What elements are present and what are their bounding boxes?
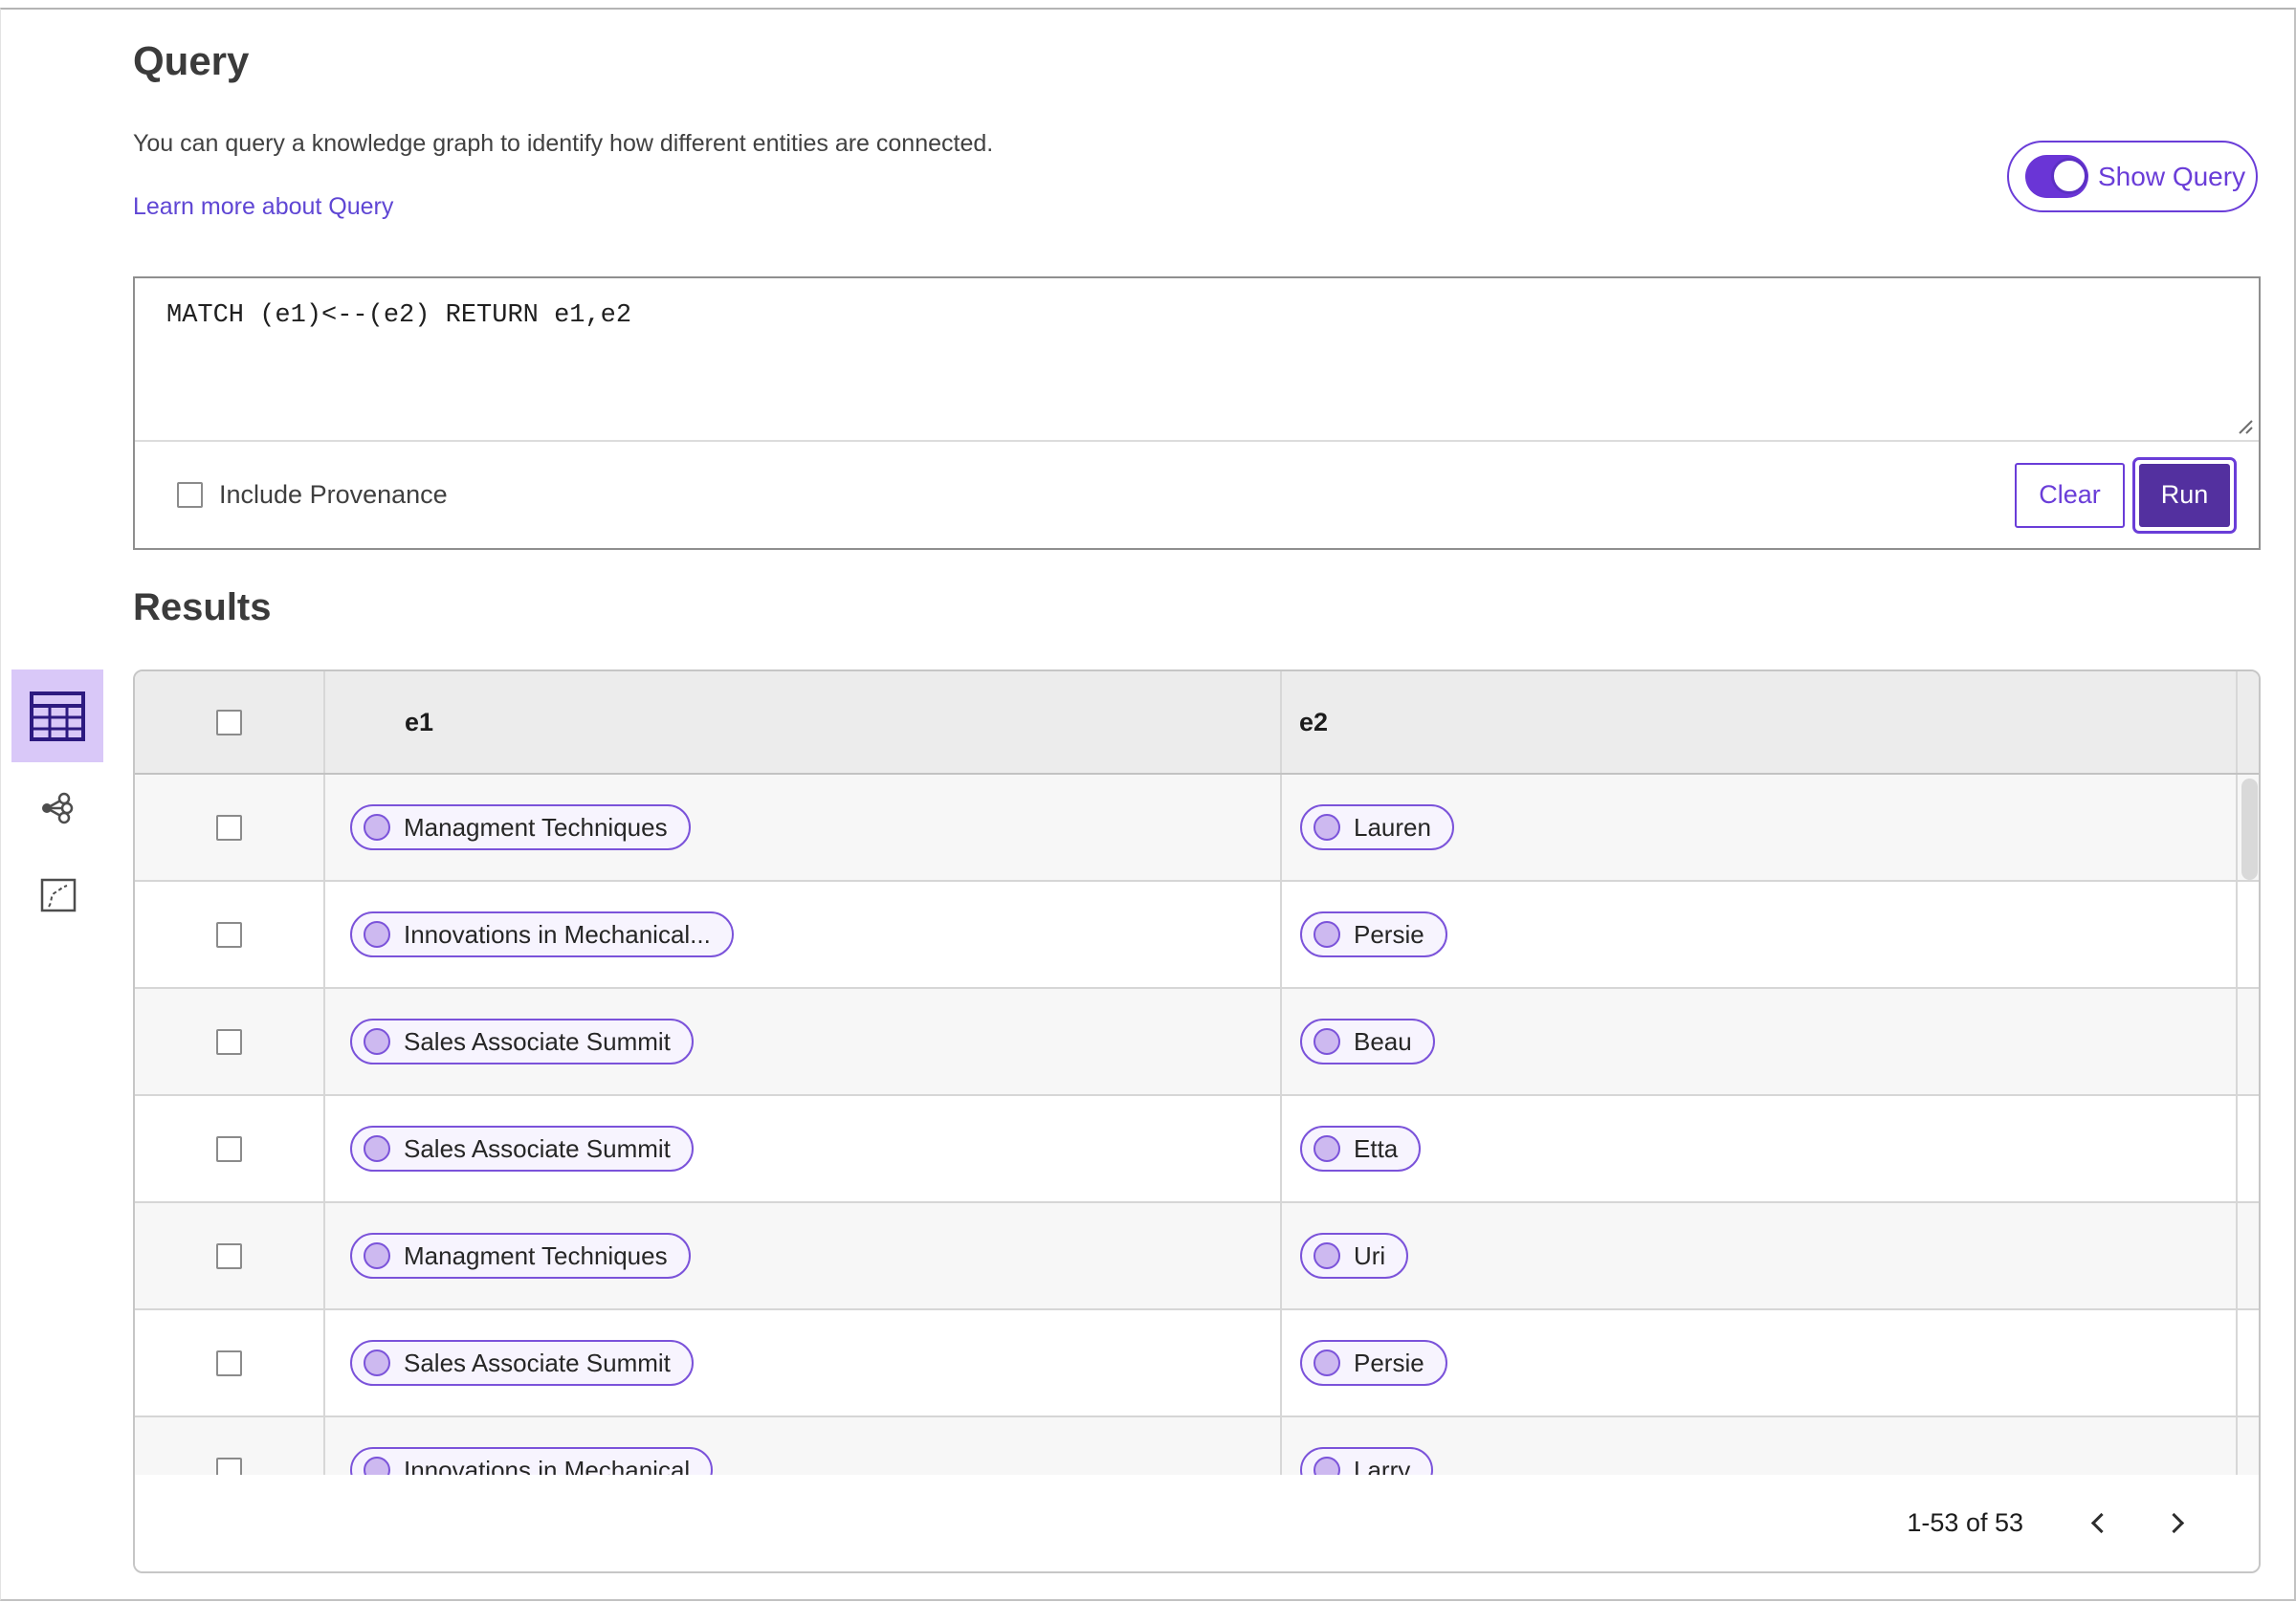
table-row[interactable]: Sales Associate Summit Beau bbox=[135, 989, 2259, 1096]
scrollbar-gutter bbox=[2238, 1417, 2259, 1475]
entity-node-icon bbox=[364, 1242, 390, 1269]
query-editor-footer: Include Provenance Clear Run bbox=[135, 442, 2259, 548]
show-query-label: Show Query bbox=[2098, 161, 2246, 191]
entity-node-icon bbox=[1314, 1457, 1340, 1475]
row-checkbox[interactable] bbox=[216, 921, 242, 948]
entity-node-icon bbox=[1314, 814, 1340, 841]
scrollbar-gutter bbox=[2238, 671, 2259, 773]
entity-node-icon bbox=[1314, 1028, 1340, 1055]
toggle-knob bbox=[2051, 158, 2087, 194]
scrollbar-gutter bbox=[2238, 1096, 2259, 1201]
row-checkbox[interactable] bbox=[216, 1350, 242, 1376]
row-checkbox[interactable] bbox=[216, 1457, 242, 1475]
results-title: Results bbox=[133, 586, 272, 628]
table-view-icon[interactable] bbox=[11, 669, 103, 762]
entity-pill[interactable]: Persie bbox=[1300, 1340, 1447, 1386]
entity-pill[interactable]: Uri bbox=[1300, 1233, 1409, 1279]
entity-pill[interactable]: Innovations in Mechanical... bbox=[350, 911, 734, 957]
scrollbar-gutter bbox=[2238, 1310, 2259, 1415]
entity-node-icon bbox=[364, 1350, 390, 1376]
column-header-e2[interactable]: e2 bbox=[1282, 671, 2238, 773]
graph-view-icon[interactable] bbox=[38, 790, 75, 826]
table-header-row: e1 e2 bbox=[135, 671, 2259, 775]
entity-pill[interactable]: Sales Associate Summit bbox=[350, 1340, 694, 1386]
entity-node-icon bbox=[364, 1135, 390, 1162]
learn-more-link[interactable]: Learn more about Query bbox=[133, 193, 393, 221]
entity-pill[interactable]: Lauren bbox=[1300, 804, 1454, 850]
run-button-focus-ring: Run bbox=[2132, 456, 2237, 534]
pagination-prev-button[interactable] bbox=[2069, 1495, 2127, 1552]
column-header-e1[interactable]: e1 bbox=[325, 671, 1282, 773]
row-checkbox[interactable] bbox=[216, 814, 242, 841]
show-query-toggle[interactable]: Show Query bbox=[2007, 141, 2258, 212]
scrollbar-gutter bbox=[2238, 1203, 2259, 1308]
expand-view-icon[interactable] bbox=[40, 878, 77, 912]
entity-pill[interactable]: Larry bbox=[1300, 1447, 1434, 1475]
query-textarea-wrap: MATCH (e1)<--(e2) RETURN e1,e2 bbox=[135, 278, 2259, 442]
entity-node-icon bbox=[364, 1457, 390, 1475]
pagination-next-button[interactable] bbox=[2148, 1495, 2205, 1552]
entity-node-icon bbox=[364, 1028, 390, 1055]
entity-pill[interactable]: Sales Associate Summit bbox=[350, 1126, 694, 1172]
table-row[interactable]: Innovations in Mechanical... Persie bbox=[135, 882, 2259, 989]
resize-grip-icon[interactable] bbox=[2233, 414, 2254, 435]
pagination-range-label: 1-53 of 53 bbox=[1907, 1508, 2023, 1537]
page-title: Query bbox=[133, 38, 250, 83]
scrollbar-gutter bbox=[2238, 989, 2259, 1094]
run-button[interactable]: Run bbox=[2139, 463, 2230, 527]
table-row[interactable]: Sales Associate Summit Persie bbox=[135, 1310, 2259, 1417]
table-row[interactable]: Managment Techniques Lauren bbox=[135, 775, 2259, 882]
query-page: Query You can query a knowledge graph to… bbox=[0, 0, 2296, 1602]
entity-node-icon bbox=[364, 921, 390, 948]
entity-node-icon bbox=[1314, 921, 1340, 948]
chevron-right-icon bbox=[2163, 1512, 2184, 1534]
table-row[interactable]: Innovations in Mechanical Larry bbox=[135, 1417, 2259, 1475]
entity-pill[interactable]: Etta bbox=[1300, 1126, 1422, 1172]
query-input[interactable]: MATCH (e1)<--(e2) RETURN e1,e2 bbox=[135, 278, 2259, 440]
entity-node-icon bbox=[364, 814, 390, 841]
entity-pill[interactable]: Managment Techniques bbox=[350, 1233, 691, 1279]
scrollbar-gutter bbox=[2238, 882, 2259, 987]
entity-pill[interactable]: Sales Associate Summit bbox=[350, 1019, 694, 1064]
row-checkbox[interactable] bbox=[216, 1242, 242, 1269]
entity-node-icon bbox=[1314, 1135, 1340, 1162]
entity-pill[interactable]: Managment Techniques bbox=[350, 804, 691, 850]
row-checkbox[interactable] bbox=[216, 1135, 242, 1162]
clear-button[interactable]: Clear bbox=[2015, 462, 2125, 528]
row-checkbox[interactable] bbox=[216, 1028, 242, 1055]
results-table: e1 e2 Managment Techniques Lauren Innova… bbox=[133, 669, 2261, 1573]
page-description: You can query a knowledge graph to ident… bbox=[133, 130, 994, 157]
header-checkbox-cell bbox=[135, 671, 325, 773]
select-all-checkbox[interactable] bbox=[216, 709, 242, 735]
query-editor-panel: MATCH (e1)<--(e2) RETURN e1,e2 Include P… bbox=[133, 276, 2261, 550]
chevron-left-icon bbox=[2090, 1512, 2111, 1534]
entity-pill[interactable]: Beau bbox=[1300, 1019, 1435, 1064]
entity-node-icon bbox=[1314, 1350, 1340, 1376]
entity-pill[interactable]: Persie bbox=[1300, 911, 1447, 957]
entity-node-icon bbox=[1314, 1242, 1340, 1269]
include-provenance-label: Include Provenance bbox=[219, 480, 448, 509]
vertical-scrollbar-thumb[interactable] bbox=[2241, 779, 2258, 880]
table-body: Managment Techniques Lauren Innovations … bbox=[135, 775, 2259, 1475]
table-row[interactable]: Managment Techniques Uri bbox=[135, 1203, 2259, 1310]
table-footer: 1-53 of 53 bbox=[135, 1475, 2259, 1571]
include-provenance-checkbox[interactable] bbox=[177, 482, 203, 508]
table-row[interactable]: Sales Associate Summit Etta bbox=[135, 1096, 2259, 1203]
entity-pill[interactable]: Innovations in Mechanical bbox=[350, 1447, 714, 1475]
toggle-switch-icon[interactable] bbox=[2025, 155, 2088, 198]
